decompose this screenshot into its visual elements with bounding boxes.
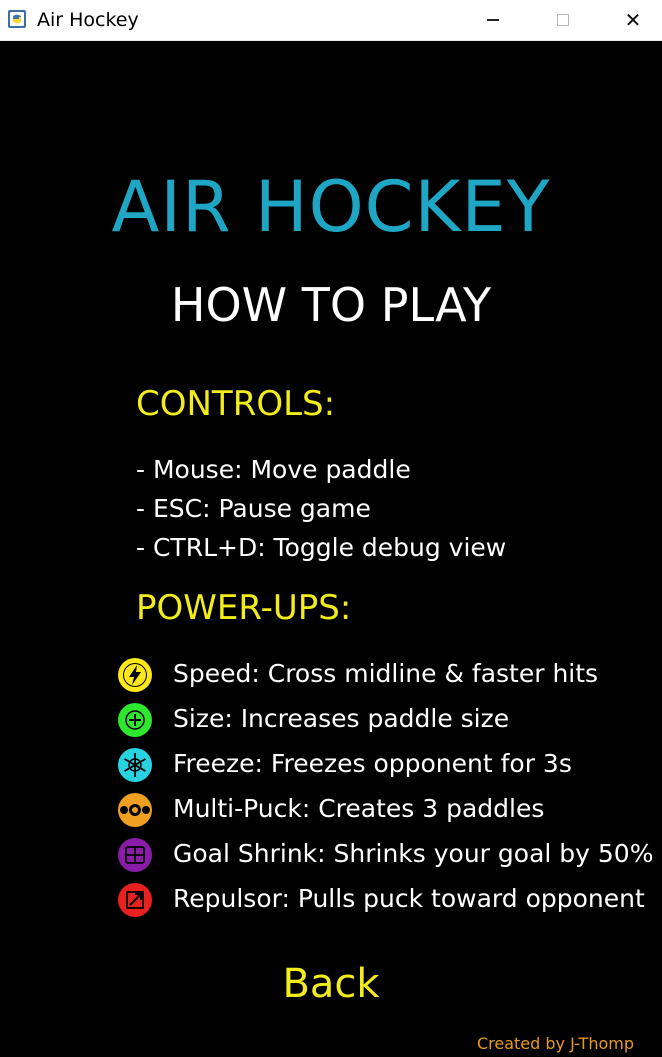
game-canvas: AIR HOCKEY HOW TO PLAY CONTROLS: - Mouse… <box>0 41 662 1057</box>
title-bar[interactable]: Air Hockey ✕ <box>0 0 662 41</box>
credit-text: Created by J-Thomp <box>476 1034 634 1053</box>
powerup-goalshrink-text: Goal Shrink: Shrinks your goal by 50% <box>173 839 654 868</box>
game-title: AIR HOCKEY <box>111 166 551 248</box>
powerups-heading: POWER-UPS: <box>136 588 352 628</box>
plus-icon <box>118 703 152 737</box>
python-icon <box>8 10 26 28</box>
snowflake-icon <box>118 748 152 782</box>
close-icon: ✕ <box>624 8 642 32</box>
control-debug: - CTRL+D: Toggle debug view <box>136 533 507 562</box>
minimize-button[interactable] <box>470 0 516 40</box>
control-mouse: - Mouse: Move paddle <box>136 455 411 484</box>
powerup-multipuck-text: Multi-Puck: Creates 3 paddles <box>173 794 545 823</box>
control-esc: - ESC: Pause game <box>136 494 371 523</box>
lightning-icon <box>118 658 152 692</box>
window-title: Air Hockey <box>37 9 139 31</box>
goal-shrink-icon <box>118 838 152 872</box>
minimize-icon <box>487 19 499 21</box>
powerup-freeze-text: Freeze: Freezes opponent for 3s <box>173 749 572 778</box>
controls-heading: CONTROLS: <box>136 384 336 424</box>
powerup-speed-text: Speed: Cross midline & faster hits <box>173 659 599 688</box>
repulsor-icon <box>118 883 152 917</box>
screen-subtitle: HOW TO PLAY <box>170 278 492 332</box>
maximize-icon <box>557 14 569 26</box>
close-button[interactable]: ✕ <box>610 0 656 40</box>
powerup-repulsor-text: Repulsor: Pulls puck toward opponent <box>173 884 645 913</box>
back-button[interactable]: Back <box>0 961 662 1007</box>
powerup-size-text: Size: Increases paddle size <box>173 704 510 733</box>
app-window: Air Hockey ✕ AIR HOCKEY HOW TO PLAY CONT… <box>0 0 662 1057</box>
multi-puck-icon <box>118 793 152 827</box>
maximize-button[interactable] <box>540 0 586 40</box>
